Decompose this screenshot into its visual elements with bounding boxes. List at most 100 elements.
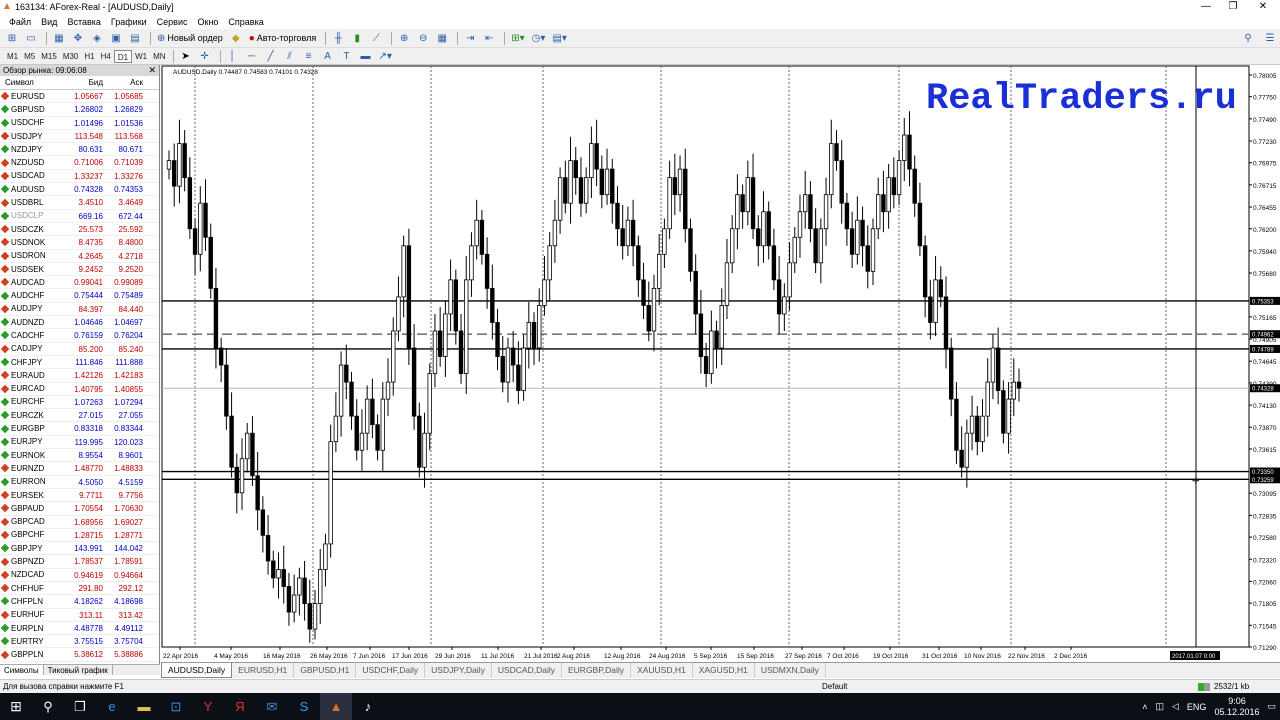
metatrader-icon[interactable]: ▲: [320, 693, 352, 720]
text-icon[interactable]: A: [320, 49, 336, 64]
candlestick-icon[interactable]: ▮: [349, 31, 365, 46]
tray-up-icon[interactable]: ˄: [1142, 702, 1147, 712]
mail-icon[interactable]: ✉: [256, 693, 288, 720]
text-label-icon[interactable]: T: [339, 49, 355, 64]
list-item[interactable]: EURNZD 1.48770 1.48833: [0, 462, 159, 476]
menu-file[interactable]: Файл: [4, 17, 36, 27]
profiles-icon[interactable]: ▭: [23, 31, 39, 46]
col-bid[interactable]: Бид: [65, 76, 105, 89]
auto-scroll-icon[interactable]: ⇥: [462, 31, 478, 46]
tab-chart[interactable]: USDJPY,Daily: [425, 663, 492, 678]
tab-chart[interactable]: USDCHF,Daily: [356, 663, 426, 678]
list-item[interactable]: EURCHF 1.07263 1.07294: [0, 396, 159, 410]
menu-tools[interactable]: Сервис: [152, 17, 193, 27]
tab-chart[interactable]: EURUSD,H1: [232, 663, 295, 678]
list-item[interactable]: AUDCHF 0.75444 0.75489: [0, 289, 159, 303]
close-icon[interactable]: ✕: [148, 65, 156, 76]
list-item[interactable]: USDSEK 9.2452 9.2520: [0, 263, 159, 277]
edge-icon[interactable]: e: [96, 693, 128, 720]
task-view-icon[interactable]: ❐: [64, 693, 96, 720]
list-item[interactable]: EURCAD 1.40795 1.40855: [0, 383, 159, 396]
autotrade-button[interactable]: ● Авто-торговля: [247, 31, 318, 46]
new-chart-icon[interactable]: ⊞: [4, 31, 20, 46]
store-icon[interactable]: ⊡: [160, 693, 192, 720]
yandex-icon[interactable]: Y: [192, 693, 224, 720]
list-item[interactable]: USDCHF 1.01496 1.01536: [0, 117, 159, 130]
skype-icon[interactable]: S: [288, 693, 320, 720]
list-item[interactable]: EURHUF 313.11 313.42: [0, 609, 159, 622]
tab-chart[interactable]: GBPUSD,H1: [294, 663, 357, 678]
list-item[interactable]: EURTRY 3.75515 3.75704: [0, 635, 159, 649]
settings-icon[interactable]: ☰: [1262, 31, 1278, 46]
list-item[interactable]: EURPLN 4.48778 4.49112: [0, 622, 159, 636]
list-item[interactable]: EURAUD 1.42126 1.42183: [0, 369, 159, 383]
list-item[interactable]: GBPUSD 1.26802 1.26829: [0, 103, 159, 117]
list-item[interactable]: CADJPY 85.200 85.240: [0, 343, 159, 356]
list-item[interactable]: AUDNZD 1.04646 1.04697: [0, 316, 159, 330]
explorer-icon[interactable]: ▬: [128, 693, 160, 720]
list-item[interactable]: NZDJPY 80.631 80.671: [0, 143, 159, 157]
volume-icon[interactable]: ◁: [1172, 701, 1179, 712]
list-item[interactable]: USDCAD 1.33237 1.33276: [0, 170, 159, 184]
list-item[interactable]: USDCZK 25.573 25.592: [0, 223, 159, 237]
list-item[interactable]: AUDCAD 0.99041 0.99089: [0, 276, 159, 290]
tf-m1[interactable]: M1: [4, 50, 21, 63]
tab-chart[interactable]: EURGBP,Daily: [562, 663, 632, 678]
col-symbol[interactable]: Символ: [0, 76, 65, 89]
language-indicator[interactable]: ENG: [1187, 702, 1207, 712]
tf-m5[interactable]: M5: [21, 50, 38, 63]
menu-window[interactable]: Окно: [193, 17, 224, 27]
col-ask[interactable]: Аск: [105, 76, 145, 89]
list-item[interactable]: CHFHUF 291.80 292.12: [0, 582, 159, 596]
bar-chart-icon[interactable]: ╫: [330, 31, 346, 46]
list-item[interactable]: AUDJPY 84.397 84.440: [0, 303, 159, 317]
list-item[interactable]: GBPCAD 1.68956 1.69027: [0, 516, 159, 529]
search-icon[interactable]: ⚲: [1240, 31, 1256, 46]
list-item[interactable]: EURUSD 1.05667 1.05685: [0, 90, 159, 104]
list-item[interactable]: EURJPY 119.995 120.023: [0, 436, 159, 450]
list-item[interactable]: AUDUSD 0.74328 0.74353: [0, 183, 159, 197]
list-item[interactable]: GBPAUD 1.70554 1.70630: [0, 502, 159, 516]
arrows-icon[interactable]: ↗▾: [377, 49, 394, 64]
templates-icon[interactable]: ▤▾: [550, 31, 568, 46]
maximize-icon[interactable]: ❐: [1221, 0, 1245, 14]
chart-window[interactable]: 0.78005 0.77750 0.77490 0.77230 0.76975 0.767…: [161, 65, 1280, 661]
new-order-button[interactable]: ⊕ Новый ордер: [155, 31, 225, 46]
chart-canvas[interactable]: 0.78005 0.77750 0.77490 0.77230 0.76975 0.767…: [161, 65, 1280, 661]
tf-mn[interactable]: MN: [150, 50, 168, 63]
list-item[interactable]: EURCZK 27.015 27.055: [0, 409, 159, 423]
list-item[interactable]: USDCLP 669.16 672.44: [0, 210, 159, 223]
vertical-line-icon[interactable]: │: [225, 49, 241, 64]
shapes-icon[interactable]: ▬: [358, 49, 374, 64]
notifications-icon[interactable]: ▭: [1267, 701, 1276, 712]
zoom-out-icon[interactable]: ⊖: [415, 31, 431, 46]
list-item[interactable]: GBPPLN 5.38612 5.38886: [0, 648, 159, 662]
tf-d1[interactable]: D1: [113, 49, 133, 63]
navigator-icon[interactable]: ✥: [70, 31, 86, 46]
channel-icon[interactable]: ⫽: [282, 49, 298, 64]
close-icon[interactable]: ✕: [1251, 0, 1275, 14]
minimize-icon[interactable]: —: [1194, 0, 1218, 14]
trendline-icon[interactable]: ╱: [263, 49, 279, 64]
menu-charts[interactable]: Графики: [106, 17, 152, 27]
list-item[interactable]: CHFJPY 111.846 111.888: [0, 356, 159, 370]
list-item[interactable]: EURRON 4.5050 4.5159: [0, 476, 159, 489]
periods-icon[interactable]: ◷▾: [530, 31, 548, 46]
chart-shift-icon[interactable]: ⇤: [481, 31, 497, 46]
zoom-in-icon[interactable]: ⊕: [396, 31, 412, 46]
list-item[interactable]: GBPCHF 1.28715 1.28771: [0, 529, 159, 543]
tab-chart[interactable]: XAUUSD,H1: [631, 663, 693, 678]
tf-h4[interactable]: H4: [98, 50, 114, 63]
horizontal-line-icon[interactable]: ─: [244, 49, 260, 64]
tab-symbols[interactable]: Символы: [0, 665, 44, 675]
yandex-browser-icon[interactable]: Я: [224, 693, 256, 720]
tf-w1[interactable]: W1: [132, 50, 150, 63]
search-icon[interactable]: ⚲: [32, 693, 64, 720]
indicators-icon[interactable]: ⊞▾: [509, 31, 526, 46]
tf-m15[interactable]: M15: [38, 50, 60, 63]
list-item[interactable]: USDNOK 8.4735 8.4800: [0, 236, 159, 250]
network-icon[interactable]: ◫: [1155, 701, 1164, 712]
windows-start-icon[interactable]: ⊞: [0, 693, 32, 720]
list-item[interactable]: GBPNZD 1.78537 1.78591: [0, 555, 159, 569]
tab-chart[interactable]: XAGUSD,H1: [693, 663, 755, 678]
